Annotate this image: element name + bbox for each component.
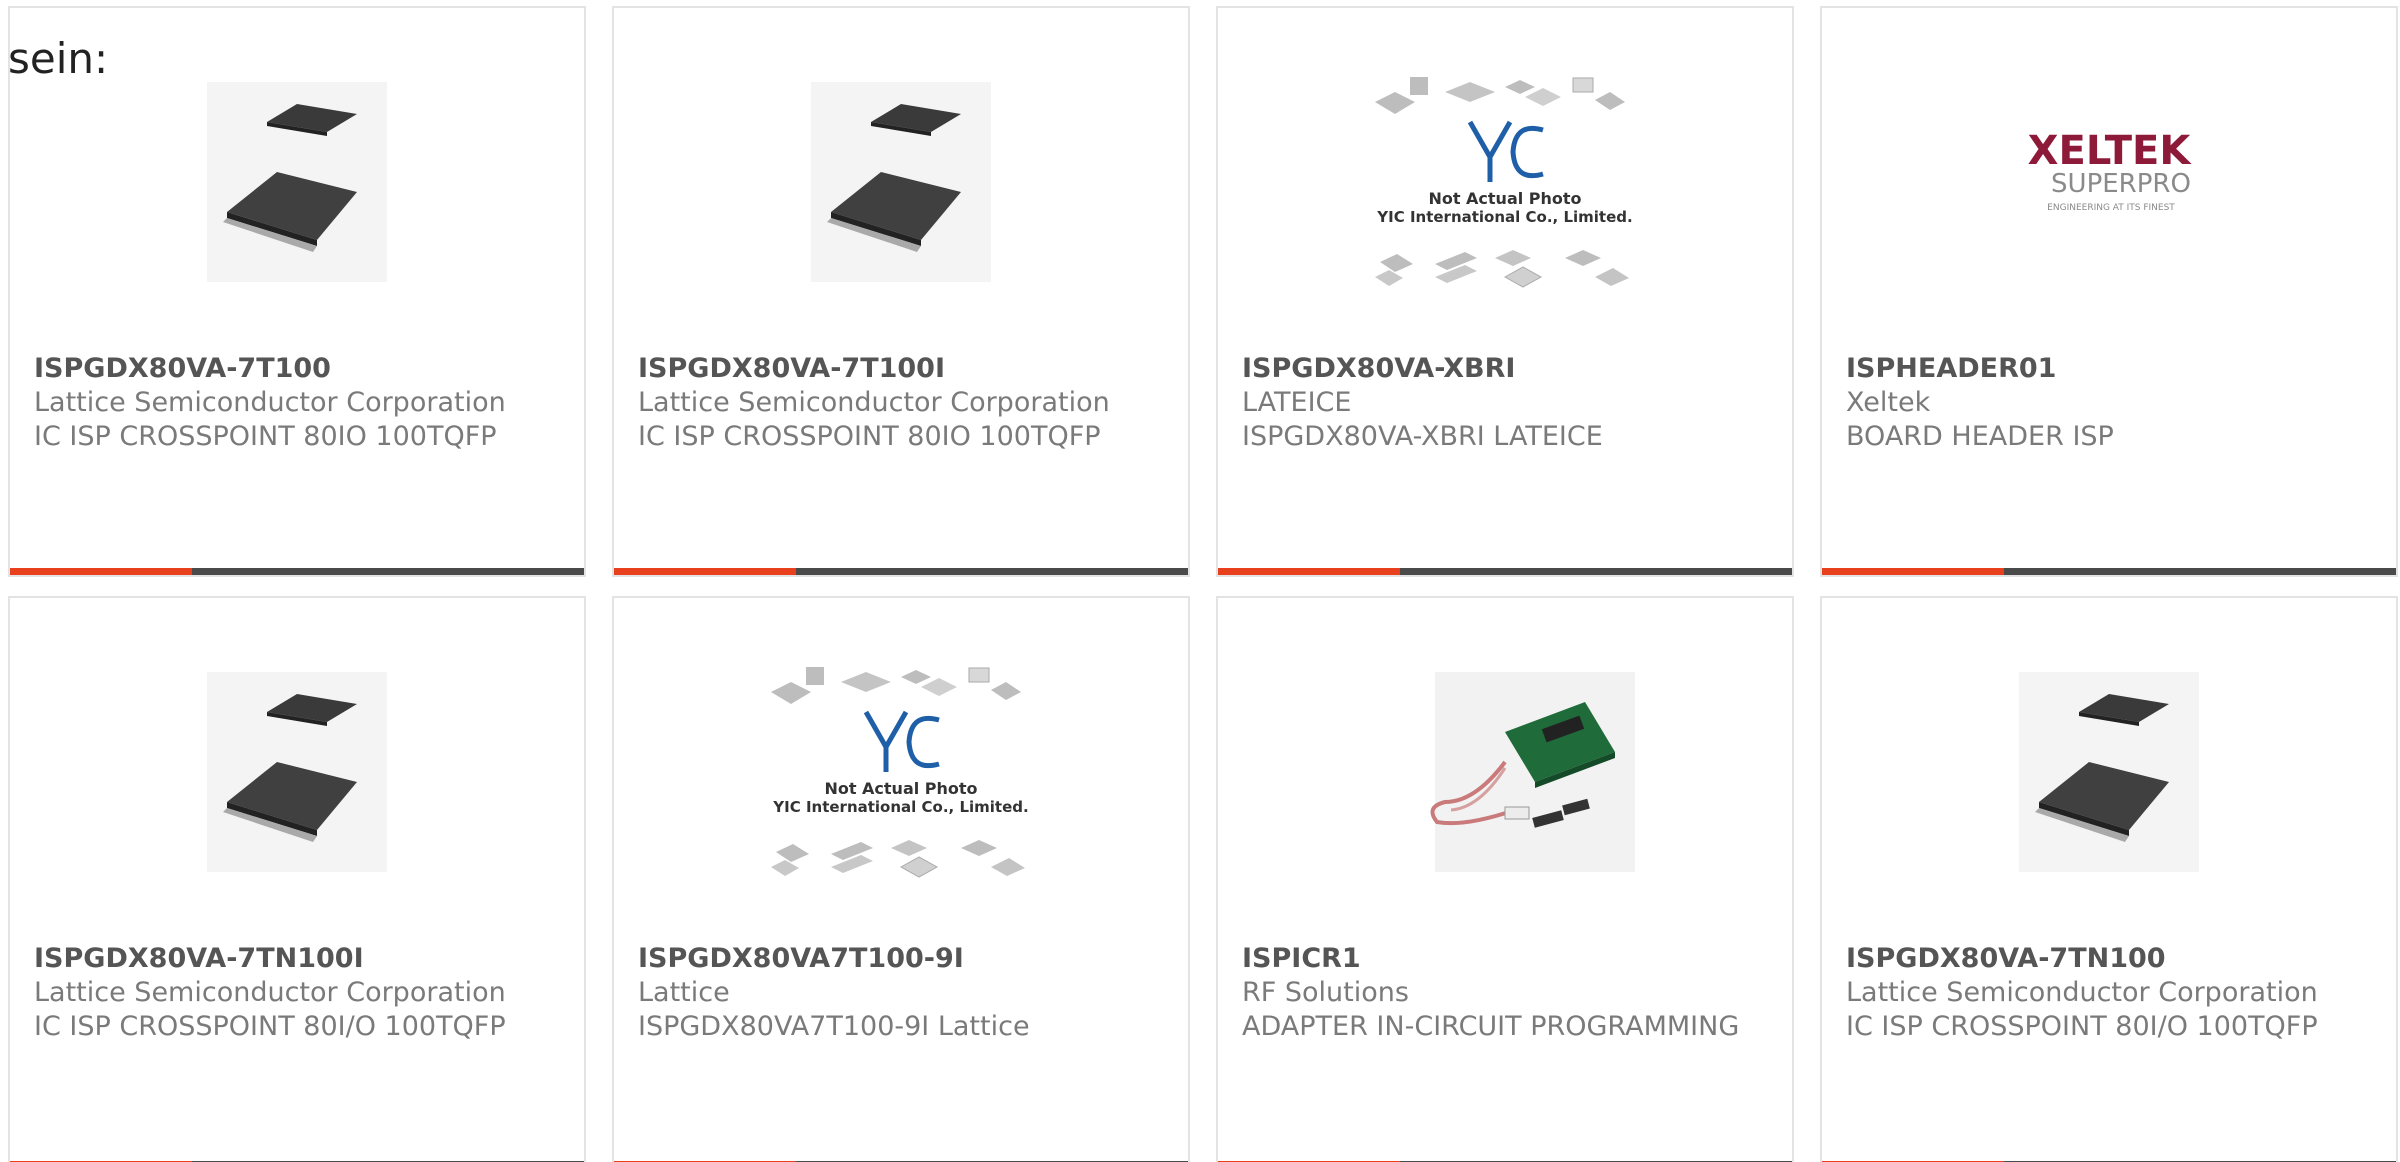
card-accent-bar bbox=[1822, 568, 2004, 575]
card-footer-bar bbox=[10, 568, 584, 575]
product-description: IC ISP CROSSPOINT 80I/O 100TQFP bbox=[1846, 1011, 2318, 1042]
product-description: ADAPTER IN-CIRCUIT PROGRAMMING bbox=[1242, 1011, 1740, 1042]
yic-placeholder-icon: Not Actual Photo YIC International Co., … bbox=[1375, 77, 1633, 288]
product-card[interactable]: ISPGDX80VA-7TN100I Lattice Semiconductor… bbox=[8, 596, 586, 1162]
card-footer-bar bbox=[614, 568, 1188, 575]
part-number-link[interactable]: ISPGDX80VA-7TN100 bbox=[1846, 942, 2380, 976]
tqfp-chip-icon bbox=[2019, 672, 2199, 872]
card-footer-bar bbox=[1218, 568, 1792, 575]
product-card[interactable]: ISPGDX80VA-7T100 Lattice Semiconductor C… bbox=[8, 6, 586, 577]
logo-subtitle: SUPERPRO bbox=[2051, 169, 2191, 199]
tqfp-chip-icon bbox=[207, 672, 387, 872]
manufacturer-name: RF Solutions bbox=[1242, 977, 1409, 1008]
part-number-link[interactable]: ISPGDX80VA-XBRI bbox=[1242, 352, 1776, 386]
image-caption-line1: Not Actual Photo bbox=[1428, 189, 1581, 208]
image-caption-line2: YIC International Co., Limited. bbox=[1376, 208, 1632, 226]
part-number-link[interactable]: ISPICR1 bbox=[1242, 942, 1776, 976]
product-description: IC ISP CROSSPOINT 80I/O 100TQFP bbox=[34, 1011, 506, 1042]
card-footer-bar bbox=[1822, 568, 2396, 575]
product-card[interactable]: XELTEK SUPERPRO ENGINEERING AT ITS FINES… bbox=[1820, 6, 2398, 577]
manufacturer-name: Lattice Semiconductor Corporation bbox=[34, 387, 506, 418]
manufacturer-name: Lattice Semiconductor Corporation bbox=[34, 977, 506, 1008]
tqfp-chip-icon bbox=[811, 82, 991, 282]
manufacturer-name: Lattice Semiconductor Corporation bbox=[638, 387, 1110, 418]
product-card[interactable]: Not Actual Photo YIC International Co., … bbox=[1216, 6, 1794, 577]
manufacturer-name: Xeltek bbox=[1846, 387, 1931, 418]
product-card[interactable]: ISPGDX80VA-7T100I Lattice Semiconductor … bbox=[612, 6, 1190, 577]
card-accent-bar bbox=[10, 568, 192, 575]
yic-placeholder-icon: Not Actual Photo YIC International Co., … bbox=[771, 667, 1029, 878]
truncated-heading-text: sein: bbox=[8, 34, 109, 83]
part-number-link[interactable]: ISPGDX80VA7T100-9I bbox=[638, 942, 1172, 976]
product-card[interactable]: ISPICR1 RF Solutions ADAPTER IN-CIRCUIT … bbox=[1216, 596, 1794, 1162]
logo-tagline: ENGINEERING AT ITS FINEST bbox=[2047, 203, 2175, 213]
card-accent-bar bbox=[614, 568, 796, 575]
adapter-board-icon bbox=[1430, 672, 1635, 872]
product-description: IC ISP CROSSPOINT 80IO 100TQFP bbox=[638, 421, 1101, 452]
product-description: ISPGDX80VA-XBRI LATEICE bbox=[1242, 421, 1603, 452]
part-number-link[interactable]: ISPGDX80VA-7T100 bbox=[34, 352, 568, 386]
product-description: IC ISP CROSSPOINT 80IO 100TQFP bbox=[34, 421, 497, 452]
product-description: ISPGDX80VA7T100-9I Lattice bbox=[638, 1011, 1030, 1042]
product-card[interactable]: Not Actual Photo YIC International Co., … bbox=[612, 596, 1190, 1162]
manufacturer-name: Lattice bbox=[638, 977, 730, 1008]
part-number-link[interactable]: ISPGDX80VA-7T100I bbox=[638, 352, 1172, 386]
manufacturer-name: LATEICE bbox=[1242, 387, 1352, 418]
part-number-link[interactable]: ISPGDX80VA-7TN100I bbox=[34, 942, 568, 976]
product-grid-page: sein: ISPGDX80VA-7T100 Lattice Semicondu… bbox=[0, 0, 2400, 1162]
card-accent-bar bbox=[1218, 568, 1400, 575]
logo-wordmark: XELTEK bbox=[2028, 128, 2193, 174]
product-description: BOARD HEADER ISP bbox=[1846, 421, 2114, 452]
tqfp-chip-icon bbox=[207, 82, 387, 282]
product-card[interactable]: ISPGDX80VA-7TN100 Lattice Semiconductor … bbox=[1820, 596, 2398, 1162]
manufacturer-name: Lattice Semiconductor Corporation bbox=[1846, 977, 2318, 1008]
image-caption-line2: YIC International Co., Limited. bbox=[772, 798, 1028, 816]
image-caption-line1: Not Actual Photo bbox=[824, 779, 977, 798]
xeltek-logo: XELTEK SUPERPRO ENGINEERING AT ITS FINES… bbox=[2028, 128, 2193, 213]
part-number-link[interactable]: ISPHEADER01 bbox=[1846, 352, 2380, 386]
